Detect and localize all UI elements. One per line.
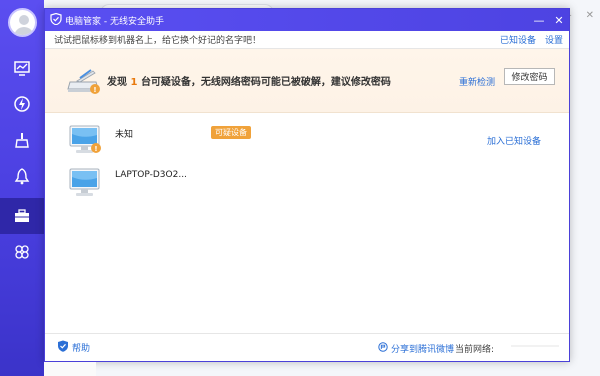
- dialog-title: 电脑管家 - 无线安全助手: [65, 16, 164, 27]
- clean-icon[interactable]: [0, 122, 44, 158]
- background-bottom-strip: [44, 362, 96, 376]
- shield-logo-icon: [50, 12, 62, 28]
- known-devices-link[interactable]: 已知设备: [500, 33, 536, 46]
- monitor-icon[interactable]: [0, 50, 44, 86]
- svg-text:!: !: [93, 86, 96, 94]
- device-row: ! 未知 可疑设备 加入已知设备: [45, 121, 569, 163]
- apps-icon[interactable]: [0, 234, 44, 270]
- rescan-link[interactable]: 重新检测: [459, 75, 495, 88]
- background-sidebar: [0, 0, 44, 376]
- share-label: 分享到腾讯微博: [391, 345, 455, 355]
- suspicious-alert-panel: ! 发现 1 台可疑设备，无线网络密码可能已被破解，建议修改密码 重新检测 修改…: [45, 49, 569, 113]
- help-label: 帮助: [72, 344, 91, 354]
- background-close-icon: ✕: [585, 10, 594, 21]
- help-shield-icon: [57, 340, 69, 355]
- tip-bar: 试试把鼠标移到机器名上，给它换个好记的名字吧！ 已知设备 设置: [45, 31, 569, 49]
- current-network-value: [511, 345, 559, 347]
- help-button[interactable]: 帮助: [57, 340, 90, 355]
- toolbox-icon[interactable]: [0, 198, 44, 234]
- scanner-icon: !: [67, 67, 101, 95]
- dialog-status-bar: 帮助 分享到腾讯微博 当前网络:: [45, 333, 569, 361]
- share-icon: [378, 342, 388, 355]
- device-row: LAPTOP-D3O2...: [45, 164, 569, 206]
- minimize-icon[interactable]: —: [529, 9, 549, 31]
- device-name[interactable]: 未知: [115, 127, 133, 140]
- computer-icon: [69, 168, 101, 201]
- speedup-icon[interactable]: [0, 86, 44, 122]
- current-network-label: 当前网络:: [455, 345, 495, 355]
- svg-text:!: !: [94, 145, 97, 153]
- alert-message: 发现 1 台可疑设备，无线网络密码可能已被破解，建议修改密码: [107, 77, 391, 88]
- bell-icon[interactable]: [0, 158, 44, 194]
- rename-tip: 试试把鼠标移到机器名上，给它换个好记的名字吧！: [54, 36, 262, 46]
- dialog-titlebar: 电脑管家 - 无线安全助手 — ✕: [45, 9, 569, 31]
- computer-icon: !: [69, 125, 101, 158]
- change-password-button[interactable]: 修改密码: [504, 68, 555, 85]
- add-known-device-link[interactable]: 加入已知设备: [487, 134, 541, 147]
- device-name[interactable]: LAPTOP-D3O2...: [115, 170, 187, 180]
- settings-link[interactable]: 设置: [545, 33, 563, 46]
- wifi-security-dialog: 电脑管家 - 无线安全助手 — ✕ 试试把鼠标移到机器名上，给它换个好记的名字吧…: [44, 8, 570, 362]
- share-weibo-link[interactable]: 分享到腾讯微博: [378, 342, 454, 355]
- close-icon[interactable]: ✕: [549, 9, 569, 31]
- avatar[interactable]: [8, 8, 37, 37]
- suspicious-count: 1: [130, 77, 138, 88]
- suspicious-badge: 可疑设备: [211, 126, 251, 139]
